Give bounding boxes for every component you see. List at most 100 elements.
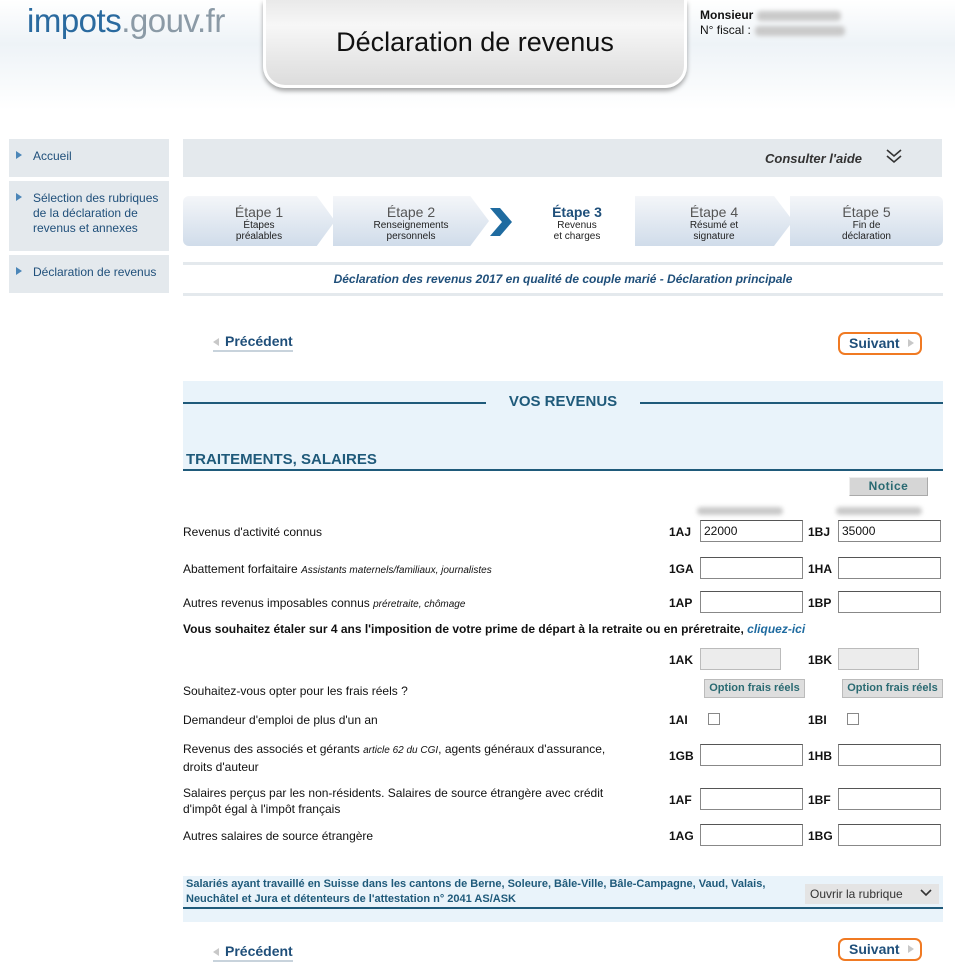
step-2: Étape 2 Renseignements personnels — [333, 196, 489, 246]
row-label-text: Salaires perçus par les non-résidents. S… — [183, 786, 604, 800]
step-desc-1: Fin de — [852, 220, 881, 231]
step-desc-2: préalables — [235, 231, 283, 242]
row-label-note: article 62 du CGI — [363, 745, 439, 756]
logo-main: impots — [27, 2, 122, 39]
step-desc-1: Étapes — [243, 220, 275, 231]
field-1hb[interactable] — [838, 744, 941, 766]
row-label-revenus-activite: Revenus d'activité connus — [183, 525, 323, 539]
option-frais-reels-button-1[interactable]: Option frais réels — [704, 679, 805, 698]
code-1ag: 1AG — [669, 829, 694, 843]
code-1ga: 1GA — [669, 562, 694, 576]
revenus-panel: VOS REVENUS TRAITEMENTS, SALAIRES Notice… — [183, 381, 943, 922]
question-text: Vous souhaitez étaler sur 4 ans l'imposi… — [183, 622, 744, 636]
step-title: Étape 2 — [386, 204, 436, 220]
current-step-arrow-icon — [490, 208, 512, 236]
field-1bg[interactable] — [838, 824, 941, 846]
step-3-current: Étape 3 Revenus et charges — [517, 196, 637, 246]
field-1ha[interactable] — [838, 557, 941, 579]
field-1bp[interactable] — [838, 591, 941, 613]
cliquez-ici-link[interactable]: cliquez-ici — [747, 622, 805, 636]
header: impots.gouv.fr Déclaration de revenus Mo… — [0, 0, 955, 110]
logo-domain: .gouv.fr — [121, 2, 225, 39]
code-1bg: 1BG — [808, 829, 833, 843]
page-title: Déclaration de revenus — [336, 27, 614, 57]
step-desc-2: et charges — [553, 231, 601, 242]
checkbox-1bi[interactable] — [847, 713, 859, 725]
row-label-demandeur-emploi: Demandeur d'emploi de plus d'un an — [183, 713, 378, 727]
field-1aj[interactable] — [700, 520, 803, 542]
code-1bi: 1BI — [808, 713, 827, 727]
help-link[interactable]: Consulter l'aide — [765, 151, 862, 166]
field-1ag[interactable] — [700, 824, 803, 846]
code-1af: 1AF — [669, 793, 692, 807]
open-rubrique-button[interactable]: Ouvrir la rubrique — [805, 884, 939, 904]
user-civility: Monsieur — [700, 8, 754, 22]
field-1bk — [838, 648, 919, 670]
row-label-associes-gerants: Revenus des associés et gérants article … — [183, 741, 605, 775]
panel-heading-text: VOS REVENUS — [508, 393, 618, 410]
code-1bp: 1BP — [808, 596, 832, 610]
code-1ap: 1AP — [669, 596, 693, 610]
triangle-right-icon — [16, 151, 22, 159]
row-label-frais-reels: Souhaitez-vous opter pour les frais réel… — [183, 684, 408, 698]
row-label-text: Revenus des associés et gérants — [183, 742, 360, 756]
code-1ai: 1AI — [669, 713, 688, 727]
user-name-redacted — [757, 10, 842, 21]
panel-heading: VOS REVENUS — [183, 393, 943, 413]
option-frais-reels-button-2[interactable]: Option frais réels — [842, 679, 943, 698]
field-1gb[interactable] — [700, 744, 803, 766]
step-desc-2: personnels — [386, 231, 436, 242]
previous-button-bottom[interactable]: Précédent — [213, 943, 293, 962]
sidebar-item-label: Sélection des rubriques de la déclaratio… — [33, 191, 159, 235]
sidebar-item-label: Déclaration de revenus — [33, 265, 157, 279]
field-1ak — [700, 648, 781, 670]
row-label-text: Abattement forfaitaire — [183, 562, 298, 576]
row-label-text-3: droits d'auteur — [183, 760, 259, 774]
fiscal-label: N° fiscal : — [700, 23, 751, 37]
declarant2-name-redacted — [836, 507, 922, 515]
row-label-autres-revenus: Autres revenus imposables connus préretr… — [183, 595, 465, 613]
field-1ap[interactable] — [700, 591, 803, 613]
help-bar: Consulter l'aide — [183, 139, 942, 177]
step-1: Étape 1 Étapes préalables — [183, 196, 335, 246]
row-label-text-2: , agents généraux d'assurance, — [438, 742, 606, 756]
user-info: Monsieur N° fiscal : — [700, 8, 845, 38]
step-title: Étape 4 — [689, 204, 739, 220]
code-1bj: 1BJ — [808, 525, 831, 539]
field-1ga[interactable] — [700, 557, 803, 579]
field-1bf[interactable] — [838, 788, 941, 810]
swiss-section-label: Salariés ayant travaillé en Suisse dans … — [186, 878, 766, 905]
code-1bk: 1BK — [808, 653, 833, 667]
row-label-text: Autres revenus imposables connus — [183, 596, 370, 610]
step-title: Étape 1 — [234, 204, 284, 220]
step-title: Étape 3 — [552, 204, 602, 220]
code-1gb: 1GB — [669, 749, 694, 763]
previous-button-top[interactable]: Précédent — [213, 333, 293, 352]
step-desc-2: déclaration — [842, 231, 891, 242]
step-4: Étape 4 Résumé et signature — [635, 196, 793, 246]
etalement-question: Vous souhaitez étaler sur 4 ans l'imposi… — [183, 622, 805, 636]
sidebar: Accueil Sélection des rubriques de la dé… — [9, 139, 169, 297]
sidebar-item-accueil[interactable]: Accueil — [9, 139, 169, 177]
step-desc-1: Revenus — [557, 220, 597, 231]
field-1bj[interactable] — [838, 520, 941, 542]
double-chevron-down-icon[interactable] — [884, 147, 904, 167]
step-5: Étape 5 Fin de déclaration — [790, 196, 943, 246]
step-progress: Étape 1 Étapes préalables Étape 2 Rensei… — [183, 196, 943, 248]
step-desc-2: signature — [693, 231, 735, 242]
page-title-tab: Déclaration de revenus — [263, 0, 687, 88]
notice-button[interactable]: Notice — [849, 477, 928, 496]
code-1hb: 1HB — [808, 749, 833, 763]
logo[interactable]: impots.gouv.fr — [27, 2, 225, 40]
row-label-text-2: d'impôt égal à l'impôt français — [183, 802, 341, 816]
next-button-top[interactable]: Suivant — [838, 332, 922, 355]
sidebar-item-selection-rubriques[interactable]: Sélection des rubriques de la déclaratio… — [9, 181, 169, 251]
declarant1-name-redacted — [697, 507, 783, 515]
checkbox-1ai[interactable] — [708, 713, 720, 725]
next-button-bottom[interactable]: Suivant — [838, 938, 922, 961]
step-title: Étape 5 — [842, 204, 891, 220]
chevron-down-icon — [920, 889, 932, 897]
triangle-right-icon — [16, 193, 22, 201]
field-1af[interactable] — [700, 788, 803, 810]
sidebar-item-declaration[interactable]: Déclaration de revenus — [9, 255, 169, 293]
